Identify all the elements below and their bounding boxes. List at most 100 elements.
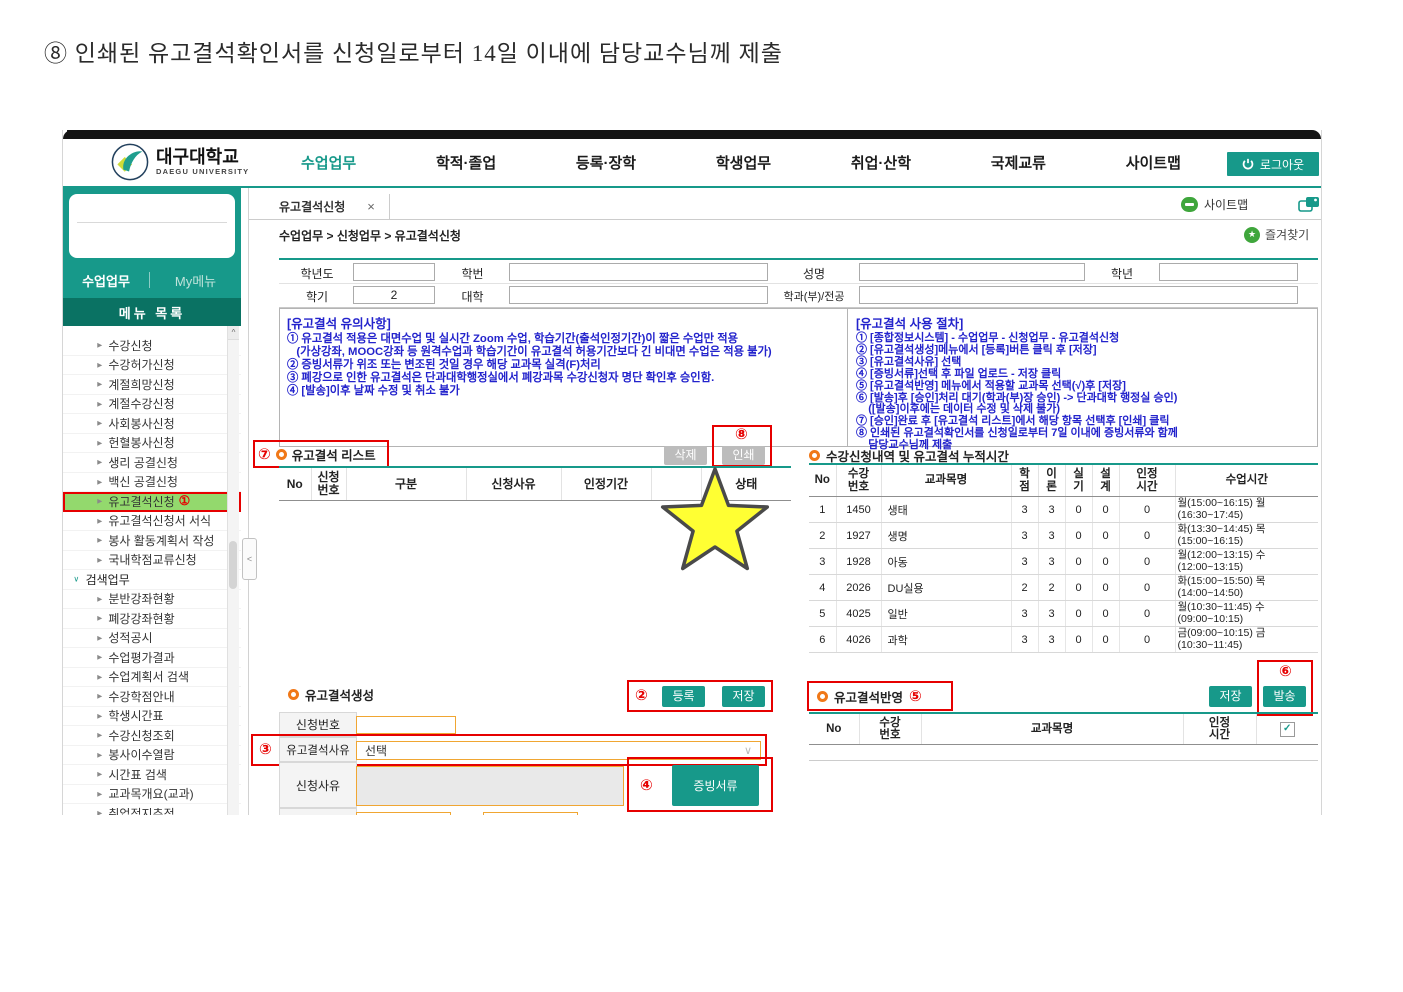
sidebar-menu-item[interactable]: ∨ 검색업무 xyxy=(63,570,241,590)
nav-item[interactable]: 학적·졸업 xyxy=(436,152,496,173)
enrollment-row[interactable]: 5 4025 일반 3 3 0 0 0 월(10:30~11:45) 수(09:… xyxy=(809,601,1318,627)
sidebar-menu-item[interactable]: ▶ 유고결석신청 ① xyxy=(63,492,241,512)
enrollment-row[interactable]: 1 1450 생태 3 3 0 0 0 월(15:00~16:15) 월(16:… xyxy=(809,497,1318,523)
send-button[interactable]: 발송 xyxy=(1263,686,1306,707)
term-input[interactable]: 2 xyxy=(353,286,435,304)
sidebar-menu-item[interactable]: ▶ 계절수강신청 xyxy=(63,395,241,415)
sidebar-menu-item[interactable]: ▶ 계절희망신청 xyxy=(63,375,241,395)
sidebar-menu-item[interactable]: ▶ 폐강강좌현황 xyxy=(63,609,241,629)
col-recognized-time: 인정 시간 xyxy=(1183,713,1256,745)
sidebar-menu-item[interactable]: ▶ 교과목개요(교과) xyxy=(63,785,241,805)
save-button-reflection[interactable]: 저장 xyxy=(1209,686,1252,707)
favorite-button[interactable]: ★ 즐겨찾기 xyxy=(1244,226,1309,243)
nav-item[interactable]: 등록·장학 xyxy=(576,152,636,173)
sidebar-menu-item[interactable]: ▶ 분반강좌현황 xyxy=(63,590,241,610)
enrollment-table: No수강 번호교과목명학 점이 론실 기설 계인정 시간수업시간 1 1450 … xyxy=(809,463,1318,653)
enrollment-row[interactable]: 3 1928 아동 3 3 0 0 0 월(12:00~13:15) 수(12:… xyxy=(809,549,1318,575)
arrow-icon: ∨ xyxy=(73,574,79,584)
sitemap-link[interactable]: 사이트맵 xyxy=(1181,196,1248,213)
sidebar: 수업업무 My메뉴 메뉴 목록 ▶ 수강신청 ▶ 수강허가신청 xyxy=(63,188,241,815)
cell-theory: 3 xyxy=(1038,627,1065,653)
sidebar-collapse-handle[interactable]: < xyxy=(242,538,257,580)
sidebar-menu-item[interactable]: ▶ 수업계획서 검색 xyxy=(63,668,241,688)
save-button-creation[interactable]: 저장 xyxy=(722,686,765,707)
cell-recognized: 0 xyxy=(1119,627,1175,653)
annotation-box-5: 유고결석반영 ⑤ xyxy=(807,681,953,711)
sidebar-menu-item[interactable]: ▶ 수강허가신청 xyxy=(63,356,241,376)
year-input[interactable] xyxy=(353,263,435,281)
sidebar-menu-item[interactable]: ▶ 헌혈봉사신청 xyxy=(63,434,241,454)
major-label: 학과(부)/전공 xyxy=(771,288,857,304)
enrollment-row[interactable]: 6 4026 과학 3 3 0 0 0 금(09:00~10:15) 금(10:… xyxy=(809,627,1318,653)
studentno-input[interactable] xyxy=(509,263,768,281)
cell-code: 4026 xyxy=(836,627,881,653)
close-icon[interactable]: × xyxy=(367,199,375,214)
cell-class-time: 금(09:00~10:15) 금(10:30~11:45) xyxy=(1175,627,1318,653)
period-end-input[interactable] xyxy=(483,812,578,815)
enrollment-row[interactable]: 2 1927 생명 3 3 0 0 0 화(13:30~14:45) 목(15:… xyxy=(809,523,1318,549)
sidebar-menu-item[interactable]: ▶ 유고결석신청서 서식 xyxy=(63,512,241,532)
cell-credit: 3 xyxy=(1011,523,1038,549)
sidebar-tab-lecture[interactable]: 수업업무 xyxy=(63,271,149,290)
annotation-2: ② xyxy=(635,688,648,703)
sidebar-menu-item[interactable]: ▶ 학생시간표 xyxy=(63,707,241,727)
logout-button[interactable]: 로그아웃 xyxy=(1227,152,1319,176)
sidebar-menu-item[interactable]: ▶ 성적공시 xyxy=(63,629,241,649)
sidebar-menu-item[interactable]: ▶ 수강신청조회 xyxy=(63,726,241,746)
sidebar-menu-item[interactable]: ▶ 봉사 활동계획서 작성 xyxy=(63,531,241,551)
register-button[interactable]: 등록 xyxy=(662,686,705,707)
windows-icon[interactable] xyxy=(1298,196,1320,218)
enrollment-row[interactable]: 4 2026 DU실용 2 2 0 0 0 화(15:00~15:50) 목(1… xyxy=(809,575,1318,601)
col-reason: 신청사유 xyxy=(466,467,561,501)
arrow-icon: ▶ xyxy=(97,634,102,641)
notice-cautions: [유고결석 유의사항] ① 유고결석 적용은 대면수업 및 실시간 Zoom 수… xyxy=(287,313,843,398)
grade-input[interactable] xyxy=(1159,263,1298,281)
sidebar-menu-item[interactable]: ▶ 시간표 검색 xyxy=(63,765,241,785)
sidebar-menu-item[interactable]: ▶ 수강신청 xyxy=(63,336,241,356)
col-code: 수강 번호 xyxy=(859,713,921,745)
scroll-up-icon[interactable]: ^ xyxy=(228,326,239,340)
sidebar-menu-item[interactable]: ▶ 국내학점교류신청 xyxy=(63,551,241,571)
enrollment-col-header: 수업시간 xyxy=(1175,464,1318,497)
delete-button[interactable]: 삭제 xyxy=(664,446,707,465)
nav-item[interactable]: 수업업무 xyxy=(301,152,356,173)
enrollment-col-header: 실 기 xyxy=(1065,464,1092,497)
notice-line: (가상강좌, MOOC강좌 등 원격수업과 학습기간이 유고결석 허용기간보다 … xyxy=(287,346,843,359)
period-start-input[interactable] xyxy=(356,812,451,815)
sidebar-scrollbar[interactable]: ^ xyxy=(227,326,239,815)
select-all-checkbox[interactable]: ✓ xyxy=(1280,722,1295,737)
page-instruction: ⑧ 인쇄된 유고결석확인서를 신청일로부터 14일 이내에 담당교수님께 제출 xyxy=(44,34,783,68)
detail-reason-textarea[interactable] xyxy=(356,766,624,806)
sidebar-menu-item[interactable]: ▶ 사회봉사신청 xyxy=(63,414,241,434)
sidebar-menu-item[interactable]: ▶ 수업평가결과 xyxy=(63,648,241,668)
arrow-icon: ▶ xyxy=(97,771,102,778)
nav-item[interactable]: 학생업무 xyxy=(716,152,771,173)
sidebar-tab-mymenu[interactable]: My메뉴 xyxy=(150,271,241,290)
university-name-en: DAEGU UNIVERSITY xyxy=(156,168,249,176)
sidebar-menu: ▶ 수강신청 ▶ 수강허가신청 ▶ 계절희망신청 xyxy=(63,326,241,815)
sidebar-menu-item[interactable]: ▶ 취업정지추적 xyxy=(63,804,241,815)
sidebar-menu-item[interactable]: ▶ 생리 공결신청 xyxy=(63,453,241,473)
cell-design: 0 xyxy=(1092,549,1119,575)
star-annotation xyxy=(659,466,771,577)
sidebar-menu-item[interactable]: ▶ 봉사이수열람 xyxy=(63,746,241,766)
absence-list-title: 유고결석 리스트 xyxy=(292,445,376,464)
attachment-button[interactable]: 증빙서류 xyxy=(672,765,759,806)
tab-absence-application[interactable]: 유고결석신청 × xyxy=(271,194,390,219)
arrow-icon: ▶ xyxy=(97,712,102,719)
major-input[interactable] xyxy=(859,286,1298,304)
application-number-input[interactable] xyxy=(356,716,456,734)
sidebar-menu-item[interactable]: ▶ 백신 공결신청 xyxy=(63,473,241,493)
scrollbar-thumb[interactable] xyxy=(229,541,237,589)
nav-item[interactable]: 사이트맵 xyxy=(1126,152,1181,173)
cell-design: 0 xyxy=(1092,575,1119,601)
college-input[interactable] xyxy=(509,286,768,304)
name-input[interactable] xyxy=(859,263,1085,281)
nav-item[interactable]: 국제교류 xyxy=(991,152,1046,173)
menu-item-label: 계절수강신청 xyxy=(108,395,174,412)
university-logo[interactable]: 대구대학교 DAEGU UNIVERSITY xyxy=(111,143,249,181)
cell-course-name: DU실용 xyxy=(881,575,1011,601)
nav-item[interactable]: 취업·산학 xyxy=(851,152,911,173)
sidebar-menu-item[interactable]: ▶ 수강학점안내 xyxy=(63,687,241,707)
favorite-label: 즐겨찾기 xyxy=(1265,226,1309,243)
